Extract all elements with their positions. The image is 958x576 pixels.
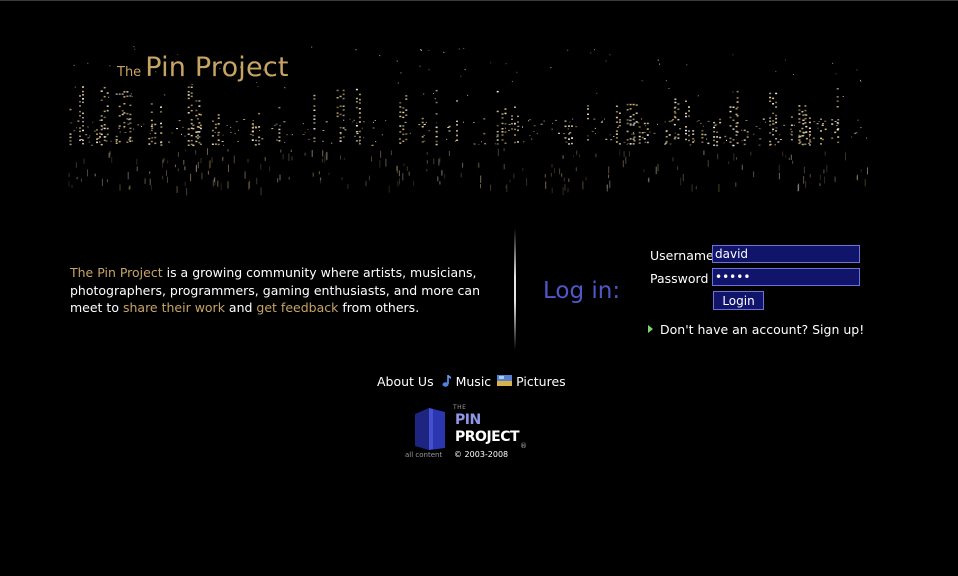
password-label: Password xyxy=(650,271,709,286)
logo-title: Pin Project xyxy=(145,52,289,83)
username-label: Username xyxy=(650,248,714,263)
login-button[interactable]: Login xyxy=(713,291,764,310)
window-top-border xyxy=(0,0,958,1)
site-name: The Pin Project xyxy=(70,265,163,280)
picture-icon xyxy=(497,374,513,389)
site-logo[interactable]: The Pin Project xyxy=(117,52,289,83)
get-feedback-link[interactable]: get feedback xyxy=(256,300,338,315)
about-us-link[interactable]: About Us xyxy=(377,374,434,389)
intro-text-3: from others. xyxy=(338,300,420,315)
logo-the: The xyxy=(117,65,142,80)
share-work-link[interactable]: share their work xyxy=(123,300,225,315)
intro-text-2: and xyxy=(224,300,257,315)
signup-link[interactable]: Don't have an account? Sign up! xyxy=(660,322,864,337)
building-logo-icon xyxy=(415,408,445,450)
arrow-right-icon xyxy=(648,325,653,333)
vertical-divider xyxy=(514,228,516,350)
footer-logo-the: THE xyxy=(453,404,467,411)
registered-mark: ® xyxy=(520,442,527,450)
login-heading: Log in: xyxy=(543,278,621,304)
music-note-icon xyxy=(440,374,452,390)
footer-logo-project: PROJECT xyxy=(455,429,520,445)
header-banner: The Pin Project xyxy=(68,40,868,220)
footer-nav: About Us Music Pictures xyxy=(377,374,566,390)
intro-paragraph: The Pin Project is a growing community w… xyxy=(70,264,500,317)
footer-logo-pin: PIN xyxy=(455,412,481,428)
password-field[interactable] xyxy=(712,268,860,286)
username-field[interactable] xyxy=(712,245,860,263)
copyright-text: © 2003-2008 xyxy=(454,450,509,459)
footer-logo: THE PIN PROJECT ® all content © 2003-200… xyxy=(405,404,535,464)
all-content-text: all content xyxy=(405,451,443,459)
pictures-link[interactable]: Pictures xyxy=(516,374,566,389)
music-link[interactable]: Music xyxy=(456,374,492,389)
